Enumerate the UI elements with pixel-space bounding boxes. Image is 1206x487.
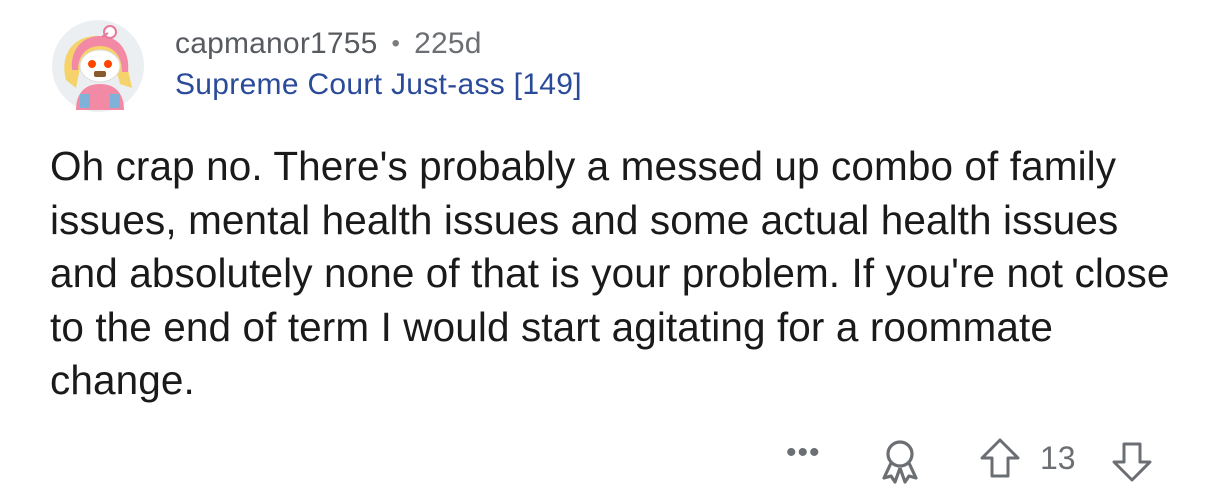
upvote-button[interactable]	[978, 436, 1022, 480]
user-flair: Supreme Court Just-ass [149]	[175, 68, 582, 101]
award-icon	[882, 440, 918, 484]
award-button[interactable]	[876, 436, 924, 484]
user-avatar[interactable]	[50, 18, 146, 114]
username[interactable]: capmanor1755	[175, 27, 378, 61]
comment-body: Oh crap no. There's probably a messed up…	[50, 143, 1170, 403]
downvote-arrow-icon	[1112, 442, 1152, 482]
vote-score: 13	[1040, 440, 1076, 476]
meta-separator: •	[391, 30, 401, 57]
comment-card: capmanor1755 • 225d Supreme Court Just-a…	[0, 0, 1206, 487]
downvote-button[interactable]	[1110, 440, 1154, 484]
more-options-button[interactable]: •••	[786, 438, 821, 468]
more-options-icon: •••	[786, 436, 821, 469]
comment-action-bar: ••• 13	[0, 428, 1206, 484]
comment-meta: capmanor1755 • 225d	[175, 24, 482, 64]
snoo-avatar-icon	[52, 20, 144, 112]
comment-age: 225d	[414, 27, 482, 60]
upvote-arrow-icon	[980, 438, 1020, 478]
